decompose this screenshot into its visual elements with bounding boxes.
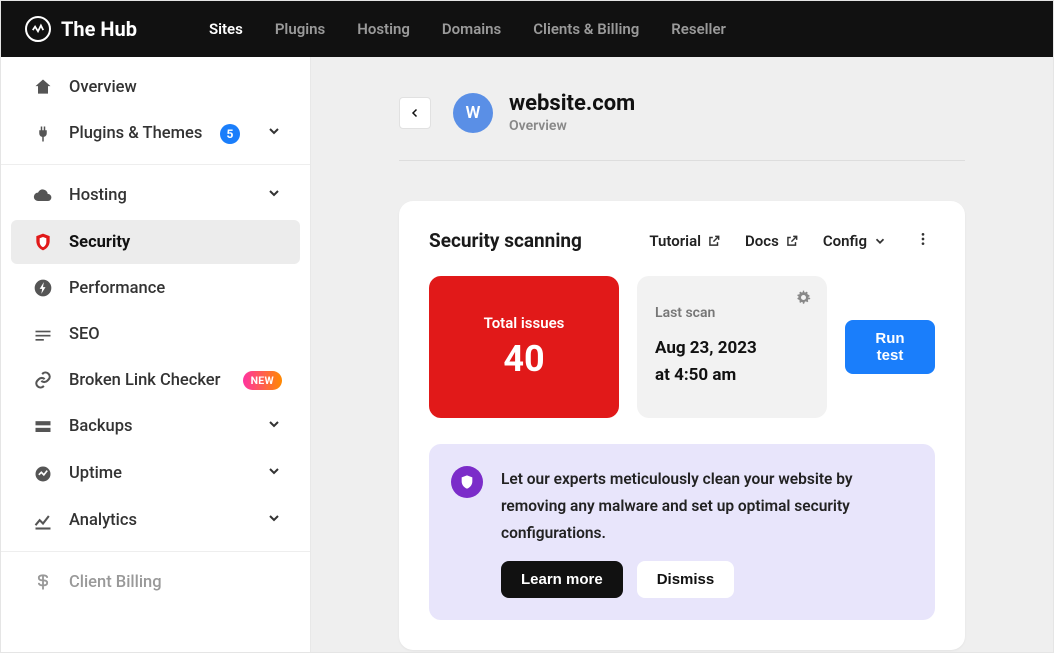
shield-icon — [33, 232, 53, 252]
gear-icon — [796, 290, 811, 305]
home-icon — [33, 77, 53, 97]
card-title: Security scanning — [429, 229, 649, 252]
sidebar: Overview Plugins & Themes 5 Hosting — [1, 57, 311, 652]
sidebar-item-analytics[interactable]: Analytics — [11, 498, 300, 543]
brand-icon — [25, 16, 51, 42]
learn-more-button[interactable]: Learn more — [501, 561, 623, 598]
sidebar-item-seo[interactable]: SEO — [11, 312, 300, 356]
nav-reseller[interactable]: Reseller — [671, 20, 726, 38]
tutorial-link[interactable]: Tutorial — [649, 232, 721, 250]
link-label: Tutorial — [649, 232, 701, 250]
chevron-down-icon — [266, 185, 282, 206]
nav-sites[interactable]: Sites — [209, 20, 243, 38]
chevron-down-icon — [266, 416, 282, 437]
kebab-icon — [915, 231, 931, 247]
chevron-down-icon — [266, 123, 282, 144]
dollar-icon — [33, 572, 53, 592]
run-test-button[interactable]: Run test — [845, 320, 935, 374]
chevron-down-icon — [266, 510, 282, 531]
dismiss-button[interactable]: Dismiss — [637, 561, 735, 598]
run-test-box: Run test — [845, 276, 935, 418]
sidebar-item-label: Security — [69, 233, 282, 252]
top-nav: The Hub Sites Plugins Hosting Domains Cl… — [1, 1, 1053, 57]
uptime-icon — [33, 464, 53, 484]
brand-label: The Hub — [61, 17, 137, 41]
sidebar-item-label: Analytics — [69, 511, 250, 530]
nav-clients-billing[interactable]: Clients & Billing — [533, 20, 639, 38]
plug-icon — [33, 124, 53, 144]
total-issues-box: Total issues 40 — [429, 276, 619, 418]
sidebar-item-label: Uptime — [69, 464, 250, 483]
sidebar-item-label: Client Billing — [69, 573, 282, 592]
nav-plugins[interactable]: Plugins — [275, 20, 325, 38]
analytics-icon — [33, 511, 53, 531]
last-scan-box: Last scan Aug 23, 2023 at 4:50 am — [637, 276, 827, 418]
docs-link[interactable]: Docs — [745, 232, 799, 250]
more-menu[interactable] — [911, 231, 935, 251]
sidebar-item-label: Plugins & Themes — [69, 124, 204, 143]
sidebar-item-overview[interactable]: Overview — [11, 65, 300, 109]
sidebar-item-label: SEO — [69, 325, 282, 344]
sidebar-item-blc[interactable]: Broken Link Checker NEW — [11, 358, 300, 402]
external-link-icon — [785, 234, 799, 248]
external-link-icon — [707, 234, 721, 248]
chevron-down-icon — [266, 463, 282, 484]
issues-value: 40 — [503, 338, 544, 380]
sidebar-item-backups[interactable]: Backups — [11, 404, 300, 449]
sidebar-item-label: Broken Link Checker — [69, 371, 227, 390]
cloud-icon — [33, 186, 53, 206]
nav-hosting[interactable]: Hosting — [357, 20, 410, 38]
page-header: W website.com Overview — [399, 91, 965, 161]
backups-icon — [33, 417, 53, 437]
back-button[interactable] — [399, 97, 431, 129]
sidebar-item-hosting[interactable]: Hosting — [11, 173, 300, 218]
expert-notice: Let our experts meticulously clean your … — [429, 444, 935, 620]
nav-domains[interactable]: Domains — [442, 20, 501, 38]
page-subtitle: Overview — [509, 118, 635, 134]
scan-settings-button[interactable] — [796, 290, 811, 309]
sidebar-item-security[interactable]: Security — [11, 220, 300, 264]
link-label: Config — [823, 232, 867, 250]
sidebar-item-client-billing[interactable]: Client Billing — [11, 560, 300, 604]
sidebar-item-plugins-themes[interactable]: Plugins & Themes 5 — [11, 111, 300, 156]
brand[interactable]: The Hub — [25, 16, 137, 42]
new-badge: NEW — [243, 371, 282, 390]
link-icon — [33, 370, 53, 390]
seo-icon — [33, 324, 53, 344]
config-dropdown[interactable]: Config — [823, 232, 887, 250]
sidebar-item-performance[interactable]: Performance — [11, 266, 300, 310]
main-content: W website.com Overview Security scanning… — [311, 57, 1053, 652]
lastscan-time: at 4:50 am — [655, 362, 809, 389]
site-avatar: W — [453, 93, 493, 133]
avatar-initial: W — [466, 103, 481, 123]
sidebar-item-label: Overview — [69, 78, 282, 97]
lastscan-date: Aug 23, 2023 — [655, 335, 809, 362]
sidebar-item-label: Backups — [69, 417, 250, 436]
link-label: Docs — [745, 232, 779, 250]
sidebar-item-label: Hosting — [69, 186, 250, 205]
plugins-count-badge: 5 — [220, 124, 240, 144]
bolt-icon — [33, 278, 53, 298]
security-card: Security scanning Tutorial Docs Config — [399, 201, 965, 650]
issues-label: Total issues — [484, 314, 565, 332]
lastscan-label: Last scan — [655, 305, 809, 321]
sidebar-item-label: Performance — [69, 279, 282, 298]
shield-badge-icon — [451, 466, 483, 498]
site-name: website.com — [509, 91, 635, 116]
chevron-down-icon — [873, 234, 887, 248]
notice-text: Let our experts meticulously clean your … — [501, 466, 913, 547]
sidebar-item-uptime[interactable]: Uptime — [11, 451, 300, 496]
